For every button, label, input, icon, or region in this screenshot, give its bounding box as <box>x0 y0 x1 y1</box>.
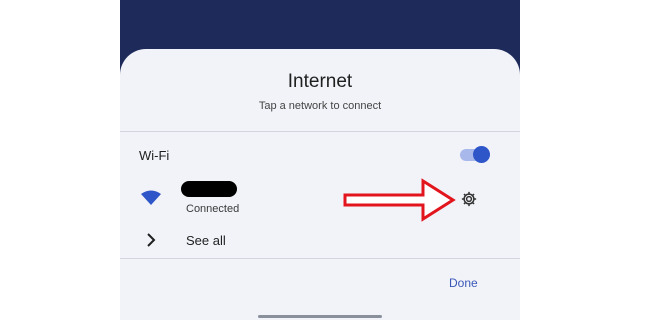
gear-icon[interactable] <box>460 190 478 208</box>
internet-panel: Internet Tap a network to connect Wi-Fi … <box>120 49 520 320</box>
network-status: Connected <box>186 203 240 215</box>
wifi-label: Wi-Fi <box>139 148 170 163</box>
chevron-right-icon <box>147 233 156 247</box>
done-button[interactable]: Done <box>449 276 478 290</box>
divider <box>120 258 520 259</box>
red-arrow-annotation <box>343 178 456 222</box>
home-indicator[interactable] <box>258 315 382 318</box>
toggle-thumb <box>473 146 490 163</box>
panel-subtitle: Tap a network to connect <box>258 100 382 112</box>
divider <box>120 131 520 132</box>
see-all-link[interactable]: See all <box>186 233 226 248</box>
wifi-toggle[interactable] <box>460 146 490 164</box>
wifi-signal-icon <box>141 190 161 205</box>
network-name-redacted[interactable] <box>181 181 237 197</box>
phone-screen: Internet Tap a network to connect Wi-Fi … <box>120 0 520 320</box>
panel-title: Internet <box>287 71 353 92</box>
